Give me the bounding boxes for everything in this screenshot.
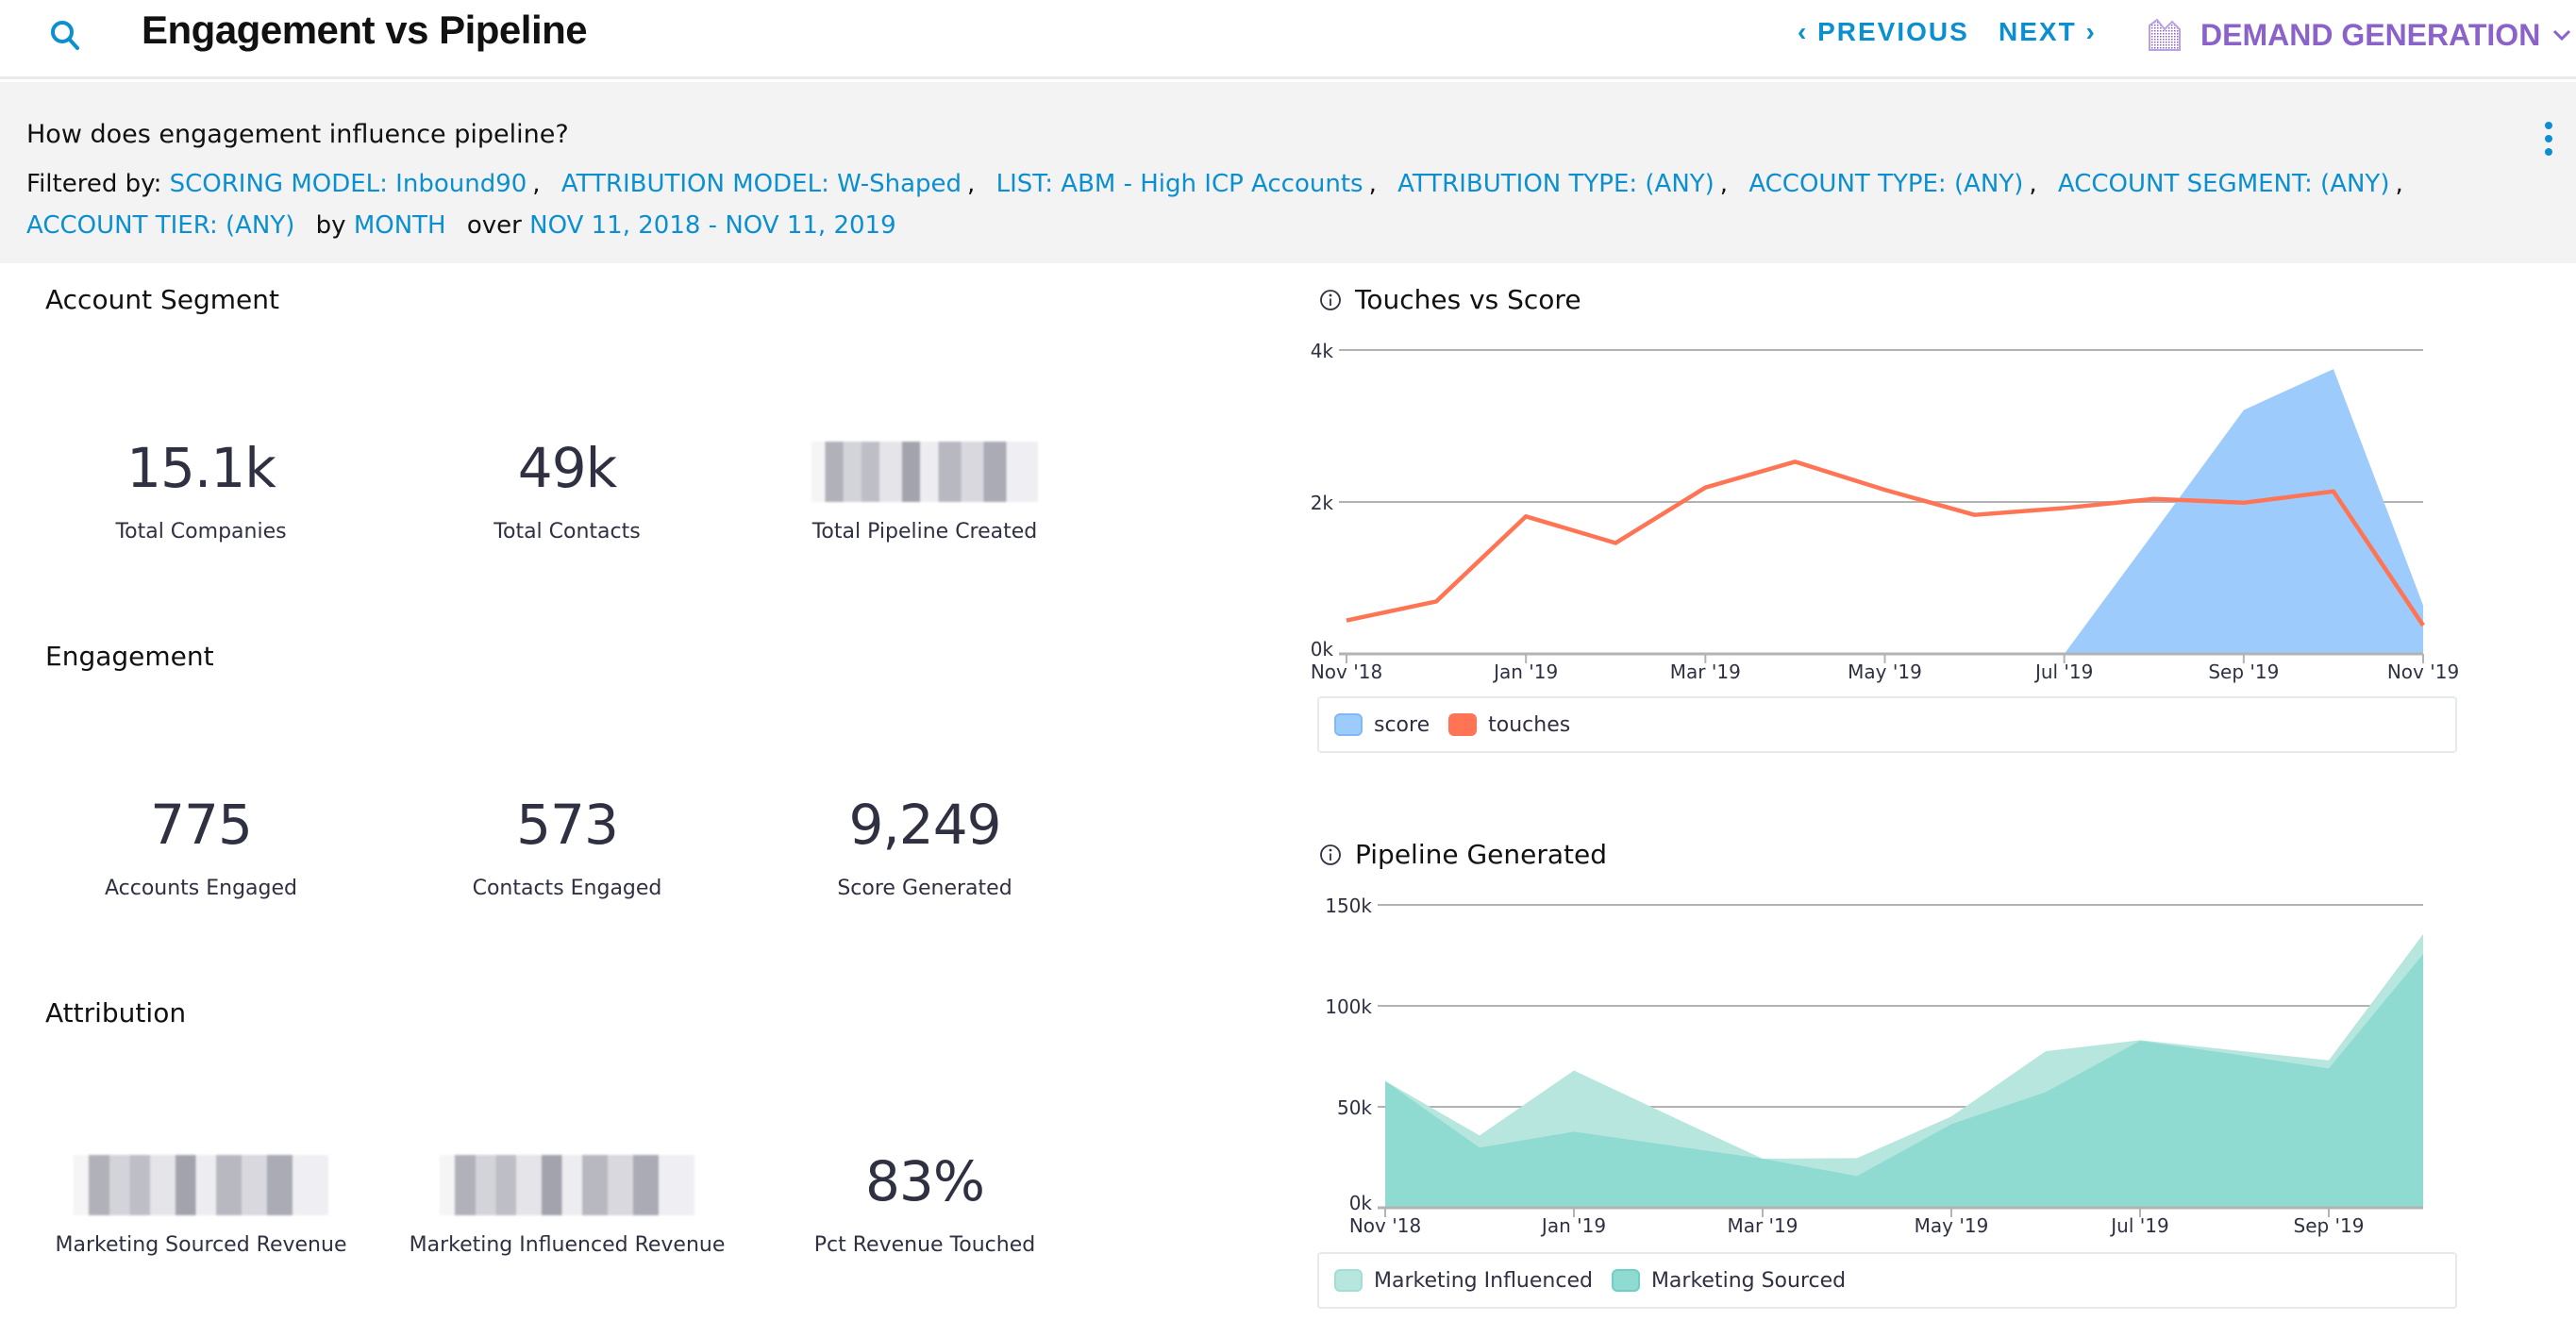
metric-value: 15.1k xyxy=(126,436,276,500)
metric-contacts-engaged: 573 Contacts Engaged xyxy=(388,792,746,900)
metric-pct-revenue-touched: 83% Pct Revenue Touched xyxy=(745,1148,1104,1257)
section-title-attribution: Attribution xyxy=(45,997,187,1028)
metric-label: Pct Revenue Touched xyxy=(813,1233,1036,1257)
metric-marketing-influenced-revenue: Marketing Influenced Revenue xyxy=(388,1148,746,1257)
next-button[interactable]: NEXT › xyxy=(1999,17,2097,47)
search-icon[interactable] xyxy=(47,17,85,55)
metric-label: Marketing Influenced Revenue xyxy=(409,1233,726,1257)
question-text: How does engagement influence pipeline? xyxy=(26,120,569,149)
chevron-down-icon xyxy=(2553,29,2571,42)
filtered-by-label: Filtered by: xyxy=(26,170,162,198)
metric-label: Contacts Engaged xyxy=(472,877,662,900)
chevron-left-icon: ‹ xyxy=(1798,17,1809,46)
header-bar: Engagement vs Pipeline ‹ PREVIOUS NEXT ›… xyxy=(0,0,2576,79)
filter-attribution-model[interactable]: ATTRIBUTION MODEL: W-Shaped xyxy=(561,170,962,198)
redacted-value xyxy=(811,441,1038,502)
by-label: by xyxy=(315,211,346,240)
charts-panel: Touches vs Score 0k 2k 4k Nov '18 Jan '19 Mar… xyxy=(1293,263,2576,1321)
metric-value: 83% xyxy=(865,1149,985,1213)
filter-list: Filtered by: SCORING MODEL: Inbound90, A… xyxy=(26,170,2403,240)
more-options-icon[interactable] xyxy=(2542,122,2555,159)
metric-value: 573 xyxy=(516,793,619,857)
legend-swatch xyxy=(1611,1269,1640,1292)
next-label: NEXT xyxy=(1999,17,2077,46)
metric-value: 49k xyxy=(517,436,617,500)
metric-value: 775 xyxy=(150,793,253,857)
pipeline-x-tick-label: May '19 xyxy=(1915,1214,1989,1237)
metric-label: Accounts Engaged xyxy=(104,877,298,900)
metric-total-pipeline-created: Total Pipeline Created xyxy=(745,435,1104,543)
filter-account-type[interactable]: ACCOUNT TYPE: (ANY) xyxy=(1748,170,2023,198)
filter-scoring-model[interactable]: SCORING MODEL: Inbound90 xyxy=(170,170,527,198)
metrics-panel: Account Segment 15.1k Total Companies 49… xyxy=(8,263,1281,1321)
pipeline-y-tick-label: 150k xyxy=(1325,895,1372,917)
previous-label: PREVIOUS xyxy=(1817,17,1969,46)
over-label: over xyxy=(466,211,522,240)
filter-account-tier[interactable]: ACCOUNT TIER: (ANY) xyxy=(26,211,294,240)
metric-score-generated: 9,249 Score Generated xyxy=(745,792,1104,900)
area-chart-icon xyxy=(2149,18,2181,51)
pipeline-x-tick-label: Sep '19 xyxy=(2294,1214,2365,1237)
metric-total-companies: 15.1k Total Companies xyxy=(22,435,380,543)
pipeline-generated-chart: 0k 50k 100k 150k Nov '18 Jan '19 Mar '19 May '1… xyxy=(1325,895,2424,1237)
dashboard-selector[interactable]: DEMAND GENERATION xyxy=(2146,11,2572,59)
page-title: Engagement vs Pipeline xyxy=(142,8,588,52)
legend-item-marketing-sourced[interactable]: Marketing Sourced xyxy=(1611,1268,1847,1293)
metric-label: Marketing Sourced Revenue xyxy=(55,1233,347,1257)
filter-list-item[interactable]: LIST: ABM - High ICP Accounts xyxy=(996,170,1363,198)
filter-summary: How does engagement influence pipeline? … xyxy=(0,82,2576,263)
pipeline-x-tick-label: Nov '18 xyxy=(1349,1214,1421,1237)
metric-label: Total Contacts xyxy=(493,520,641,543)
filter-period[interactable]: MONTH xyxy=(354,211,446,240)
pipeline-x-tick-label: Jan '19 xyxy=(1540,1214,1606,1237)
metric-accounts-engaged: 775 Accounts Engaged xyxy=(22,792,380,900)
filter-account-segment[interactable]: ACCOUNT SEGMENT: (ANY) xyxy=(2058,170,2390,198)
legend-label: Marketing Sourced xyxy=(1650,1268,1847,1293)
filter-date-range[interactable]: NOV 11, 2018 - NOV 11, 2019 xyxy=(529,211,896,240)
filter-attribution-type[interactable]: ATTRIBUTION TYPE: (ANY) xyxy=(1397,170,1715,198)
previous-button[interactable]: ‹ PREVIOUS xyxy=(1798,17,1969,47)
pipeline-y-tick-label: 0k xyxy=(1349,1192,1373,1214)
section-title-account-segment: Account Segment xyxy=(45,284,279,315)
pipeline-y-tick-label: 100k xyxy=(1325,995,1372,1018)
metric-label: Total Companies xyxy=(115,520,287,543)
redacted-value xyxy=(74,1154,328,1215)
chevron-right-icon: › xyxy=(2085,17,2097,46)
metric-total-contacts: 49k Total Contacts xyxy=(388,435,746,543)
dashboard-label: DEMAND GENERATION xyxy=(2200,17,2541,52)
legend-item-marketing-influenced[interactable]: Marketing Influenced xyxy=(1334,1269,1593,1293)
metric-value: 9,249 xyxy=(848,793,1001,857)
pipeline-y-tick-label: 50k xyxy=(1337,1096,1372,1119)
section-title-engagement: Engagement xyxy=(45,641,214,672)
legend-label: Marketing Influenced xyxy=(1374,1268,1593,1293)
legend-swatch xyxy=(1334,1269,1363,1292)
chart-legend-pipeline-generated: Marketing Influenced Marketing Sourced xyxy=(1317,1252,2457,1309)
metric-label: Total Pipeline Created xyxy=(811,520,1038,543)
pipeline-series-marketing-sourced-area xyxy=(1385,954,2423,1208)
metric-label: Score Generated xyxy=(837,877,1012,900)
metric-marketing-sourced-revenue: Marketing Sourced Revenue xyxy=(22,1148,380,1257)
redacted-value xyxy=(440,1154,694,1215)
pipeline-x-tick-label: Jul '19 xyxy=(2109,1214,2168,1237)
pipeline-x-tick-label: Mar '19 xyxy=(1727,1214,1798,1237)
